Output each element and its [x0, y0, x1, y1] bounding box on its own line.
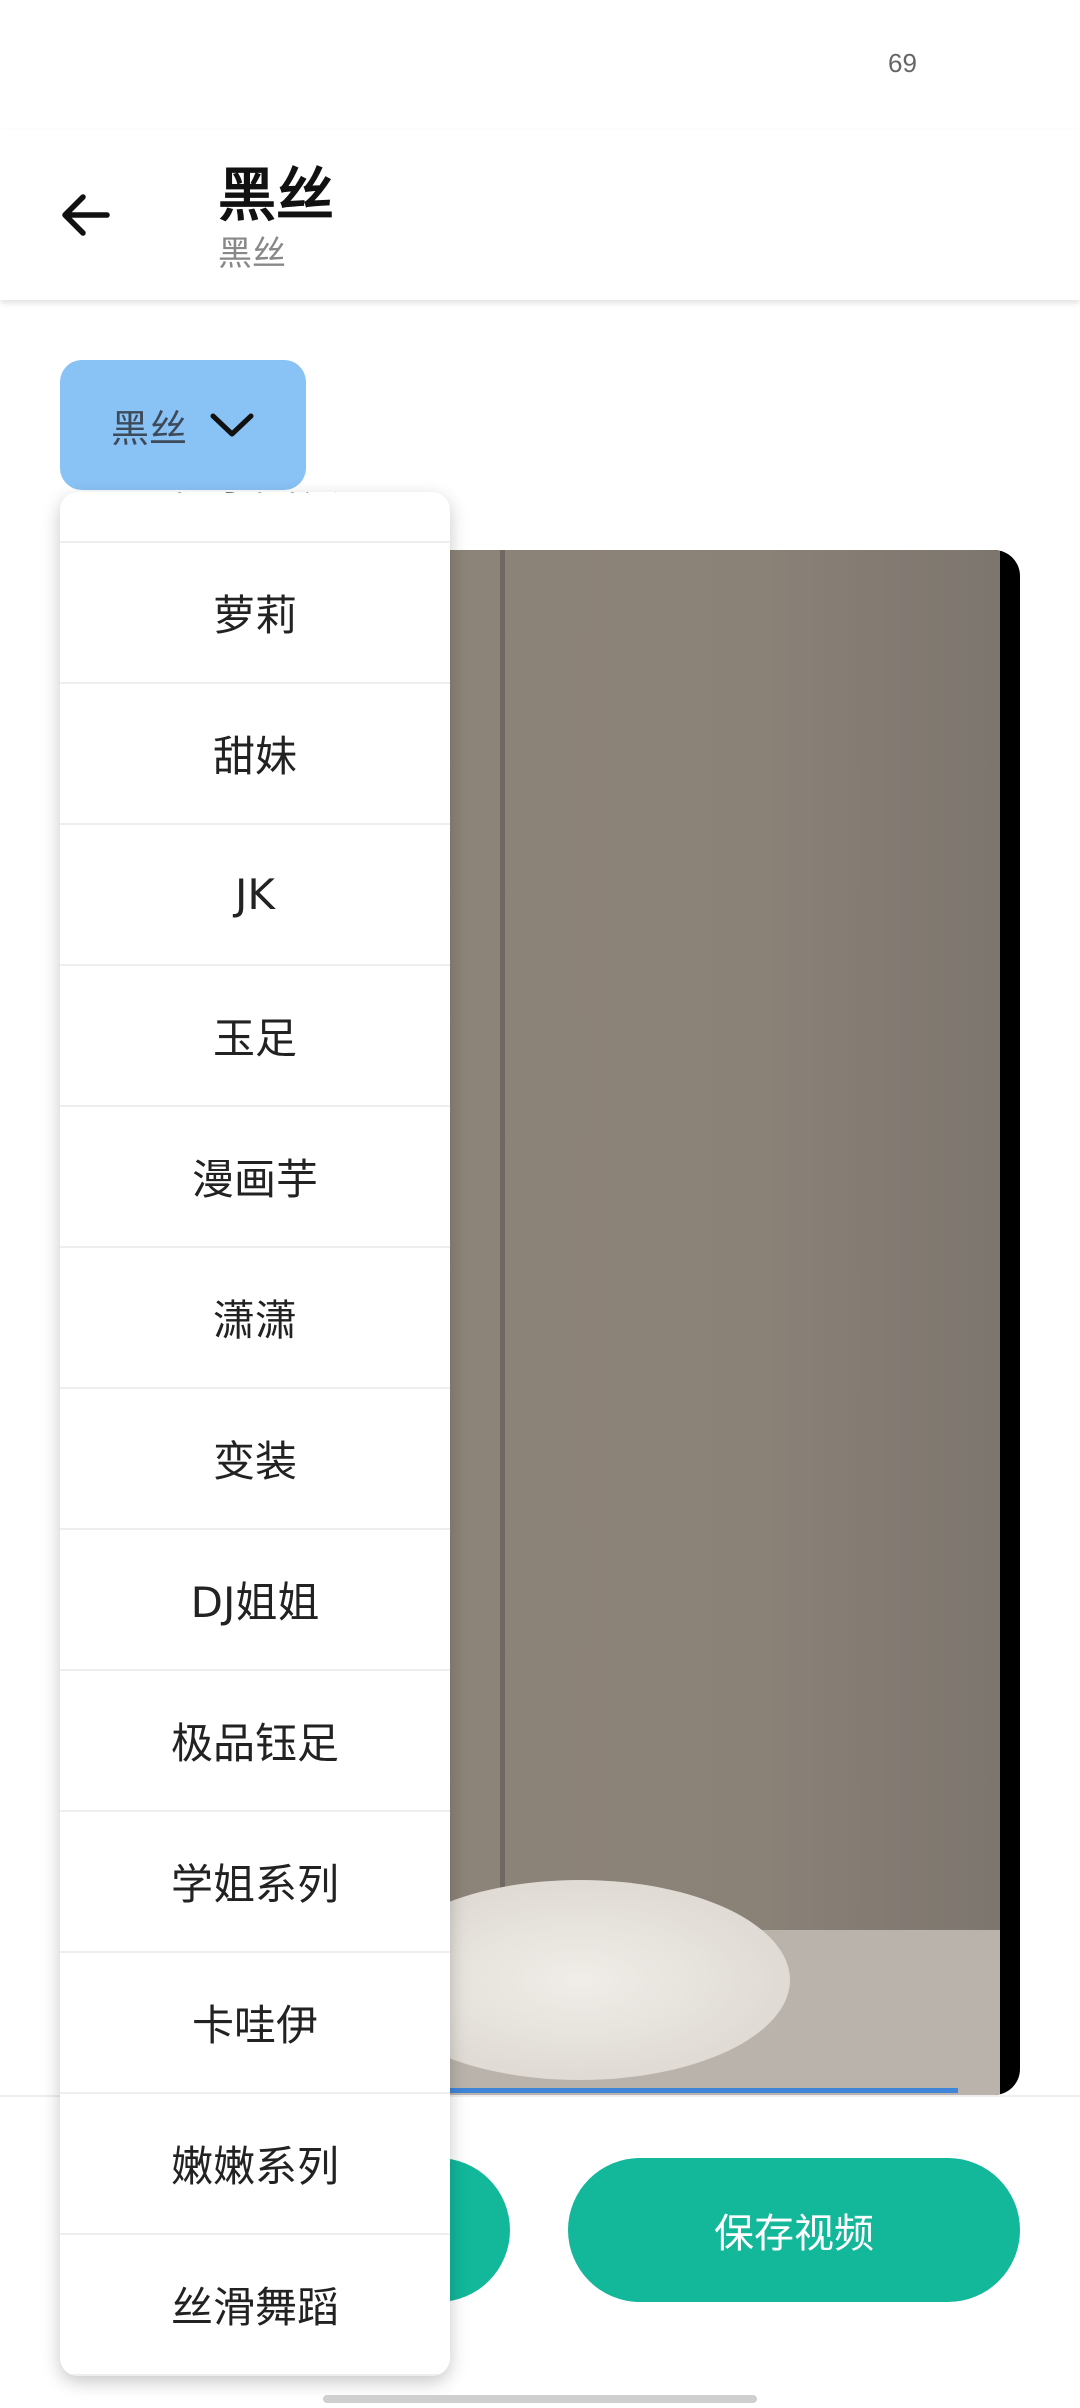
category-dropdown[interactable]: 伪享变装萝莉甜妹JK玉足漫画芋潇潇变装DJ姐姐极品钰足学姐系列卡哇伊嫩嫩系列丝滑… — [60, 492, 450, 2376]
dropdown-item[interactable]: 玉足 — [60, 966, 450, 1107]
dropdown-item[interactable]: DJ姐姐 — [60, 1530, 450, 1671]
dropdown-item[interactable]: 潇潇 — [60, 1248, 450, 1389]
back-button[interactable] — [40, 170, 130, 260]
dropdown-item[interactable]: 伪享变装 — [60, 492, 450, 543]
save-video-button[interactable]: 保存视频 — [568, 2158, 1020, 2302]
chevron-down-icon — [210, 413, 254, 437]
category-select[interactable]: 黑丝 — [60, 360, 306, 490]
dropdown-item[interactable]: 甜妹 — [60, 684, 450, 825]
dropdown-item[interactable]: 学姐系列 — [60, 1812, 450, 1953]
dropdown-item[interactable]: 萝莉 — [60, 543, 450, 684]
dropdown-item[interactable]: 变装 — [60, 1389, 450, 1530]
video-progress-bar[interactable] — [440, 2088, 958, 2093]
page-subtitle: 黑丝 — [218, 234, 286, 274]
arrow-left-icon — [62, 194, 110, 236]
home-indicator[interactable] — [323, 2395, 757, 2403]
dropdown-item[interactable]: 丝滑舞蹈 — [60, 2235, 450, 2376]
dropdown-item[interactable]: JK — [60, 825, 450, 966]
dropdown-item[interactable]: 嫩嫩系列 — [60, 2094, 450, 2235]
status-bar: 69 — [0, 0, 1080, 130]
category-select-label: 黑丝 — [110, 406, 187, 451]
dropdown-list: 伪享变装萝莉甜妹JK玉足漫画芋潇潇变装DJ姐姐极品钰足学姐系列卡哇伊嫩嫩系列丝滑… — [60, 492, 450, 2376]
page-title: 黑丝 — [218, 161, 335, 229]
app-bar: 黑丝 黑丝 — [0, 130, 1080, 300]
dropdown-item[interactable]: 极品钰足 — [60, 1671, 450, 1812]
video-door-line — [500, 550, 505, 2095]
battery-level: 69 — [888, 48, 917, 78]
save-video-label: 保存视频 — [714, 2211, 874, 2257]
dropdown-item[interactable]: 卡哇伊 — [60, 1953, 450, 2094]
dropdown-item[interactable]: 漫画芋 — [60, 1107, 450, 1248]
